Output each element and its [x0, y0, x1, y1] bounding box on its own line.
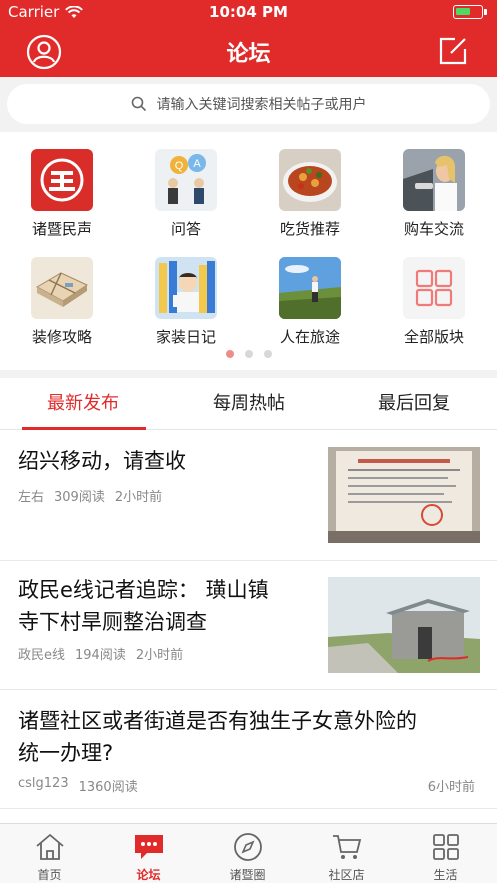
tabbar-item-zhuji-circle[interactable]: 诸暨圈: [198, 824, 297, 883]
category-label: 购车交流: [403, 220, 464, 238]
tab-weekly-hot[interactable]: 每周热帖: [166, 378, 332, 430]
post-time: 2小时前: [114, 490, 163, 505]
battery-level: [456, 8, 470, 15]
tab-last-reply[interactable]: 最后回复: [331, 378, 497, 430]
category-label: 人在旅途: [279, 328, 340, 346]
tabbar-label: 生活: [433, 868, 458, 882]
compass-icon: [232, 831, 264, 863]
status-bar: Carrier 10:04 PM: [0, 0, 497, 24]
tabbar-item-life[interactable]: 生活: [396, 824, 495, 883]
category-renovation[interactable]: 装修攻略: [0, 257, 124, 347]
page-indicator[interactable]: [0, 350, 497, 358]
tab-label: 最后回复: [378, 393, 450, 414]
post-meta: 政民e线 194阅读 2小时前: [18, 644, 183, 663]
cart-icon: [331, 831, 363, 863]
tabbar-label: 首页: [37, 868, 62, 882]
category-label: 问答: [170, 220, 201, 238]
zhuji-minsheng-logo: [31, 149, 93, 211]
category-car[interactable]: 购车交流: [372, 149, 496, 239]
post-author: 政民e线: [18, 648, 65, 663]
qa-icon: Q A: [155, 149, 217, 211]
post-item[interactable]: 诸暨社区或者街道是否有独生子女意外险的 统一办理? cslg123 1360阅读…: [0, 691, 497, 809]
post-title: 诸暨社区或者街道是否有独生子女意外险的 统一办理?: [18, 709, 417, 765]
forum-chat-icon: [133, 831, 165, 863]
search-icon: [131, 96, 146, 112]
post-item[interactable]: 政民e线记者追踪： 璜山镇 寺下村旱厕整治调查 政民e线 194阅读 2小时前: [0, 562, 497, 690]
home-icon: [34, 831, 66, 863]
post-thumbnail: [328, 447, 480, 543]
category-label: 全部版块: [403, 328, 464, 346]
category-zhuji-minsheng[interactable]: 诸暨民声: [0, 149, 124, 239]
tabbar-item-home[interactable]: 首页: [0, 824, 99, 883]
tabbar-item-forum[interactable]: 论坛: [99, 824, 198, 883]
category-label: 吃货推荐: [279, 220, 340, 238]
post-time: 6小时前: [427, 780, 475, 795]
tabbar-label: 社区店: [328, 868, 365, 882]
post-author: cslg123: [18, 776, 69, 791]
section-divider: [0, 370, 497, 378]
category-home-diary[interactable]: 家装日记: [124, 257, 248, 347]
compose-button[interactable]: [437, 35, 469, 71]
page-dot[interactable]: [263, 350, 272, 358]
post-views: 309阅读: [54, 490, 105, 505]
search-area: 请输入关键词搜索相关帖子或用户: [0, 77, 497, 132]
nav-bar: 论坛: [0, 24, 497, 77]
category-qa[interactable]: Q A 问答: [124, 149, 248, 239]
svg-text:Q: Q: [175, 160, 184, 172]
page-dot[interactable]: [244, 350, 253, 358]
tabbar-item-community-store[interactable]: 社区店: [297, 824, 396, 883]
page-dot[interactable]: [225, 350, 234, 358]
post-meta: 左右 309阅读 2小时前: [18, 486, 162, 505]
post-views: 1360阅读: [78, 780, 138, 795]
tab-label: 每周热帖: [213, 393, 285, 414]
post-meta: cslg123 1360阅读: [18, 776, 138, 795]
floorplan-icon: [31, 257, 93, 319]
grid-icon: [403, 257, 465, 319]
category-grid: 诸暨民声 Q A 问答 吃货推荐 购车交流 装修攻略 家装日记 人在旅途 全部版…: [0, 132, 497, 370]
post-item[interactable]: 绍兴移动，请查收 左右 309阅读 2小时前: [0, 431, 497, 561]
food-icon: [279, 149, 341, 211]
grid-icon: [430, 831, 462, 863]
top-bar: Carrier 10:04 PM 论坛: [0, 0, 497, 77]
category-all-sections[interactable]: 全部版块: [372, 257, 496, 347]
post-title: 绍兴移动，请查收: [18, 449, 186, 473]
search-input[interactable]: 请输入关键词搜索相关帖子或用户: [7, 84, 490, 124]
compose-icon: [439, 37, 467, 65]
post-views: 194阅读: [75, 648, 126, 663]
category-food[interactable]: 吃货推荐: [248, 149, 372, 239]
tab-latest[interactable]: 最新发布: [0, 378, 166, 430]
car-icon: [403, 149, 465, 211]
post-time: 2小时前: [135, 648, 184, 663]
category-travel[interactable]: 人在旅途: [248, 257, 372, 347]
travel-icon: [279, 257, 341, 319]
tabbar-label: 诸暨圈: [229, 868, 266, 882]
category-label: 诸暨民声: [31, 220, 92, 238]
category-label: 装修攻略: [31, 328, 92, 346]
home-diary-icon: [155, 257, 217, 319]
svg-text:A: A: [193, 158, 201, 170]
bottom-tab-bar: 首页 论坛 诸暨圈 社区店 生活: [0, 823, 497, 883]
search-placeholder: 请输入关键词搜索相关帖子或用户: [156, 97, 367, 113]
tab-label: 最新发布: [47, 393, 119, 414]
battery-icon: [453, 5, 487, 19]
tabbar-label: 论坛: [136, 868, 161, 882]
post-title: 政民e线记者追踪： 璜山镇 寺下村旱厕整治调查: [18, 578, 269, 634]
page-title: 论坛: [226, 42, 271, 67]
active-tab-underline: [22, 427, 146, 430]
post-tabs: 最新发布 每周热帖 最后回复: [0, 378, 497, 430]
post-author: 左右: [18, 490, 45, 505]
post-thumbnail: [328, 577, 480, 673]
category-label: 家装日记: [155, 328, 216, 346]
status-time: 10:04 PM: [209, 3, 288, 21]
